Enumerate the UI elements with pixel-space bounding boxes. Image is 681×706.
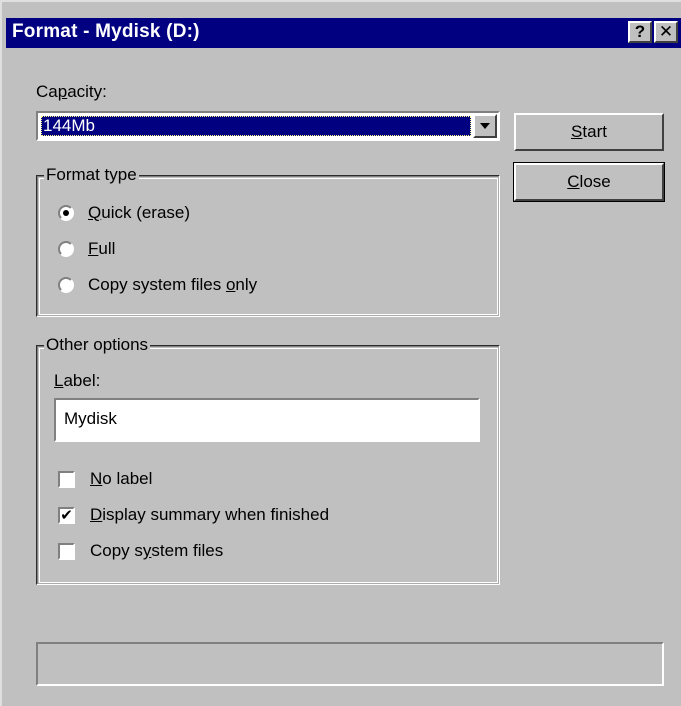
no-label-text: o label bbox=[102, 469, 153, 488]
radio-copy-system-files-only[interactable] bbox=[58, 277, 74, 293]
check-icon: ✔ bbox=[60, 507, 73, 524]
no-label-accel: N bbox=[90, 469, 103, 488]
checkbox-copy-system-files[interactable] bbox=[58, 543, 75, 560]
capacity-label: Capacity: bbox=[36, 82, 107, 102]
radio-copy-text-pre: Copy system files bbox=[88, 275, 226, 294]
display-summary-text: isplay summary when finished bbox=[102, 505, 330, 524]
capacity-dropdown[interactable]: 144Mb bbox=[36, 111, 500, 141]
close-icon: ✕ bbox=[658, 22, 674, 41]
radio-quick-text: uick (erase) bbox=[101, 203, 191, 222]
chevron-down-icon[interactable] bbox=[473, 114, 497, 138]
radio-copy-accel: o bbox=[225, 275, 236, 294]
label-caption-text: abel: bbox=[63, 371, 101, 390]
start-button[interactable]: Start bbox=[514, 113, 664, 151]
capacity-label-accel: p bbox=[57, 82, 68, 101]
other-options-legend: Other options bbox=[44, 335, 151, 355]
close-button[interactable]: Close bbox=[513, 162, 665, 202]
close-label: lose bbox=[579, 172, 611, 191]
radio-quick[interactable] bbox=[58, 205, 74, 221]
radio-quick-label[interactable]: Quick (erase) bbox=[88, 203, 190, 223]
radio-copy-text: nly bbox=[235, 275, 258, 294]
start-label: tart bbox=[582, 122, 607, 141]
radio-full-label[interactable]: Full bbox=[88, 239, 115, 259]
capacity-label-part: Ca bbox=[36, 82, 58, 101]
capacity-selected-value: 144Mb bbox=[41, 116, 471, 136]
title-bar[interactable]: Format - Mydisk (D:) ? ✕ bbox=[6, 18, 681, 48]
format-dialog: Format - Mydisk (D:) ? ✕ Capacity: 144Mb… bbox=[0, 0, 681, 706]
help-icon: ? bbox=[634, 22, 646, 41]
radio-full-accel: F bbox=[88, 239, 99, 258]
radio-quick-accel: Q bbox=[88, 203, 102, 222]
window-title: Format - Mydisk (D:) bbox=[12, 21, 200, 42]
checkbox-copy-system-files-text[interactable]: Copy system files bbox=[90, 541, 223, 561]
format-type-legend: Format type bbox=[44, 165, 139, 185]
display-summary-accel: D bbox=[90, 505, 103, 524]
checkbox-no-label-text[interactable]: No label bbox=[90, 469, 152, 489]
radio-copy-system-files-only-label[interactable]: Copy system files only bbox=[88, 275, 257, 295]
help-button[interactable]: ? bbox=[628, 21, 652, 43]
copy-system-files-pre: Copy s bbox=[90, 541, 143, 560]
capacity-label-part: acity: bbox=[67, 82, 107, 101]
radio-full-text: ull bbox=[98, 239, 116, 258]
copy-system-files-text: stem files bbox=[151, 541, 224, 560]
checkbox-no-label[interactable] bbox=[58, 471, 75, 488]
start-accel: S bbox=[571, 122, 583, 141]
radio-full[interactable] bbox=[58, 241, 74, 257]
close-accel: C bbox=[567, 172, 580, 191]
label-field-caption: Label: bbox=[54, 371, 100, 391]
checkbox-display-summary-text[interactable]: Display summary when finished bbox=[90, 505, 329, 525]
checkbox-display-summary[interactable]: ✔ bbox=[58, 507, 75, 524]
progress-bar bbox=[36, 642, 664, 686]
label-input[interactable]: Mydisk bbox=[54, 398, 480, 442]
close-window-button[interactable]: ✕ bbox=[654, 21, 678, 43]
